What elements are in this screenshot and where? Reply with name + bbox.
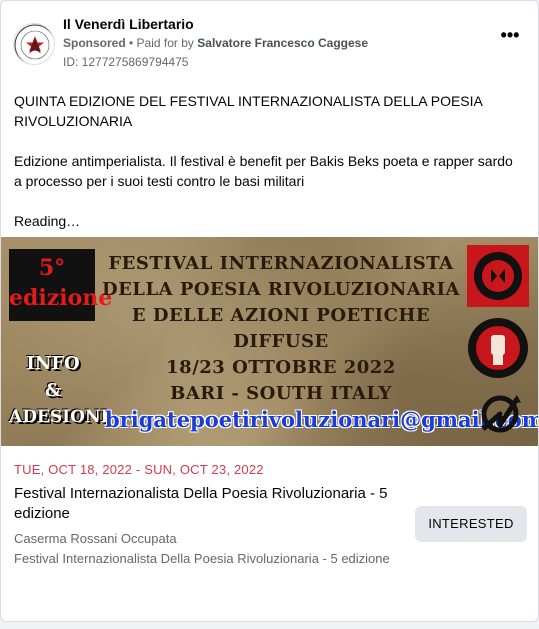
banner-title-line: E DELLE AZIONI POETICHE DIFFUSE (131, 305, 431, 352)
post-header: Il Venerdì Libertario Sponsored • Paid f… (13, 13, 526, 73)
event-title[interactable]: Festival Internazionalista Della Poesia … (14, 484, 414, 524)
ampersand-label: & (44, 380, 62, 401)
event-description: Festival Internazionalista Della Poesia … (14, 551, 390, 566)
edition-word: edizione (9, 285, 113, 311)
banner-title-line: BARI - SOUTH ITALY (170, 383, 392, 404)
paid-for-label: • Paid for by (129, 36, 194, 50)
fist-logo-icon (468, 318, 528, 378)
info-adesioni: INFO & ADESIONI (9, 353, 109, 427)
event-date: TUE, OCT 18, 2022 - SUN, OCT 23, 2022 (14, 462, 264, 477)
post-text: QUINTA EDIZIONE DEL FESTIVAL INTERNAZION… (14, 91, 524, 251)
banner-title-line: DELLA POESIA RIVOLUZIONARIA (101, 279, 461, 300)
edition-badge: 5° edizione (9, 249, 113, 321)
ad-id: ID: 1277275869794475 (63, 55, 189, 69)
event-banner-image[interactable]: 5° edizione FESTIVAL INTERNAZIONALISTA D… (1, 237, 538, 446)
more-options-button[interactable]: ••• (496, 26, 524, 49)
banner-title: FESTIVAL INTERNAZIONALISTA DELLA POESIA … (101, 251, 461, 407)
payer-name: Salvatore Francesco Caggese (197, 36, 369, 50)
star-logo-icon (14, 24, 54, 64)
page-name[interactable]: Il Venerdì Libertario (63, 16, 194, 32)
post-line-description: Edizione antimperialista. Il festival è … (14, 153, 513, 189)
avatar[interactable] (13, 23, 55, 65)
banner-title-line: FESTIVAL INTERNAZIONALISTA (108, 253, 454, 274)
interested-button[interactable]: INTERESTED (415, 506, 527, 542)
post-line-reading: Reading… (14, 213, 81, 229)
ad-card: Il Venerdì Libertario Sponsored • Paid f… (0, 0, 539, 622)
squatter-symbol-icon (481, 395, 521, 433)
edition-number: 5° (38, 255, 66, 281)
adesioni-label: ADESIONI (9, 407, 109, 427)
antifa-logo-icon (467, 245, 529, 307)
event-venue: Caserma Rossani Occupata (14, 531, 177, 546)
post-line-title: QUINTA EDIZIONE DEL FESTIVAL INTERNAZION… (14, 93, 483, 129)
info-label: INFO (26, 353, 80, 374)
sponsor-line: Sponsored • Paid for by Salvatore France… (63, 36, 368, 50)
banner-title-line: 18/23 OTTOBRE 2022 (166, 357, 396, 378)
sponsored-label: Sponsored (63, 36, 126, 50)
